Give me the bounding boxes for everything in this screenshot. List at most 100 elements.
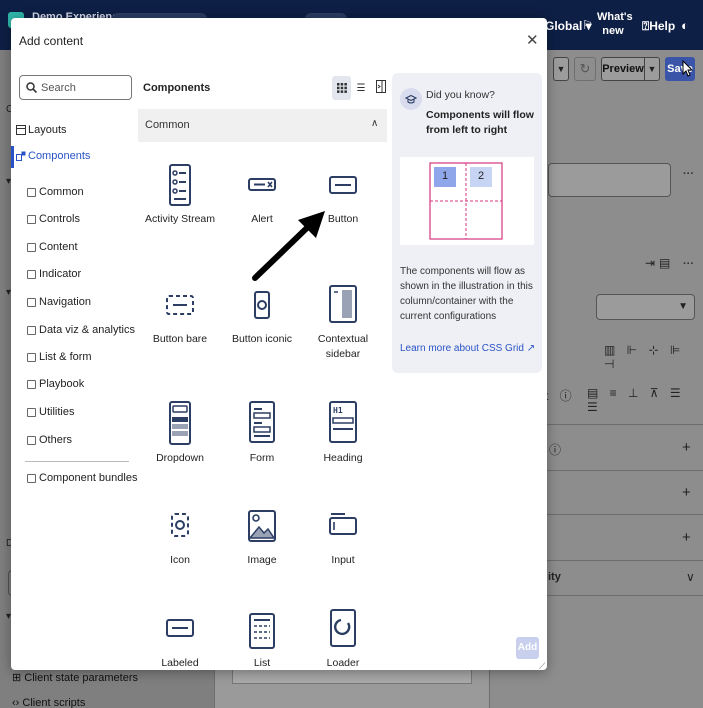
info-kicker: Did you know? [426,89,495,101]
checkbox[interactable] [27,187,36,197]
contextual-sidebar-icon [329,285,357,323]
component-activity-stream[interactable]: Activity Stream [141,164,219,227]
more-icon[interactable]: ··· [683,258,694,270]
component-dropdown[interactable]: Dropdown [141,401,219,466]
component-loader[interactable]: Loader [304,608,382,670]
component-heading[interactable]: H1 Heading [304,401,382,466]
category-label: Indicator [39,268,82,280]
checkbox[interactable] [27,352,36,362]
more-icon[interactable]: ··· [683,168,694,180]
component-label: Form [249,452,275,464]
preview-dropdown[interactable]: ▼ [644,57,660,81]
code-icon: ‹› [12,697,23,708]
link-label: Learn more about CSS Grid [400,343,524,354]
checkbox[interactable] [27,473,36,483]
contrast-icon[interactable]: ◐ [681,18,689,33]
property-input[interactable] [548,163,671,197]
component-contextual-sidebar[interactable]: Contextual sidebar [304,284,382,362]
image-icon [248,510,276,542]
component-icon[interactable]: Icon [141,505,219,568]
component-button-bare[interactable]: Button bare [141,284,219,347]
component-image[interactable]: Image [223,505,301,568]
client-state-parameters-item[interactable]: ⊞ Client state parameters [12,671,138,684]
tree-item-layouts[interactable]: Layouts [16,124,67,136]
resize-handle-icon[interactable]: ⟋ [539,661,545,670]
input-icon [329,513,357,535]
group-common-header[interactable]: Common ∧ [138,109,387,142]
category-label: Navigation [39,296,91,308]
client-scripts-item[interactable]: ‹› Client scripts [12,697,85,708]
external-link-icon: ↗ [526,343,536,354]
search-field[interactable] [19,75,132,100]
flow-illustration: 1 2 [400,157,534,245]
plus-icon[interactable]: + [682,439,691,456]
component-labeled[interactable]: Labeled [141,608,219,670]
category-others[interactable]: Others [27,434,72,446]
checkbox[interactable] [27,269,36,279]
checkbox[interactable] [27,379,36,389]
whats-new-line2: new [602,25,624,37]
dock-panel-icon[interactable] [376,80,386,93]
plus-icon[interactable]: + [682,529,691,546]
dialog-title: Add content [19,34,84,48]
heading-icon: H1 [329,401,357,443]
preview-button[interactable]: Preview [601,57,645,81]
chevron-down-icon[interactable]: ∨ [686,570,695,584]
close-icon[interactable]: ✕ [526,31,539,49]
alignment-toggle-icons[interactable]: ⇥▤ [645,256,674,270]
checkbox[interactable] [27,214,36,224]
info-icon: t ⓘ [545,389,576,403]
checkbox[interactable] [27,407,36,417]
toolbar-dropdown[interactable]: ▼ [553,57,569,81]
component-form[interactable]: Form [223,401,301,466]
checkbox[interactable] [27,435,36,445]
dropdown-icon [169,401,191,445]
checkbox[interactable] [27,297,36,307]
left-item-label: Client state parameters [24,672,138,684]
help-label: Help [649,19,676,33]
svg-text:H1: H1 [333,406,343,415]
justify-options-icons[interactable]: ▥ ⊩ ⊹ ⊫ ⊣ [604,343,703,371]
bell-icon[interactable]: ⚐ [582,18,593,32]
property-select[interactable]: ▼ [596,294,695,320]
category-utilities[interactable]: Utilities [27,406,74,418]
category-label: Others [39,434,73,446]
category-content[interactable]: Content [27,241,78,253]
active-indicator [11,146,14,168]
component-input[interactable]: Input [304,505,382,568]
flow-cell-label: 2 [477,170,485,182]
category-playbook[interactable]: Playbook [27,378,84,390]
grid-view-toggle[interactable] [332,76,351,100]
list-view-toggle[interactable]: ☰ [352,76,370,100]
category-common[interactable]: Common [27,186,84,198]
component-label: Icon [170,554,190,566]
loader-icon [330,609,356,647]
info-body: The components will flow as shown in the… [400,266,533,322]
category-controls[interactable]: Controls [27,213,80,225]
group-label: Common [145,119,190,131]
search-input[interactable] [41,81,121,94]
add-button[interactable]: Add [516,637,539,659]
component-list[interactable]: List [223,608,301,670]
refresh-icon[interactable]: ↻ [574,57,596,81]
tree-item-components[interactable]: Components [16,150,90,162]
category-component-bundles[interactable]: Component bundles [27,472,137,484]
alert-icon [248,178,276,191]
activity-stream-icon [169,164,191,206]
plus-icon[interactable]: + [682,484,691,501]
component-button-iconic[interactable]: Button iconic [223,284,301,347]
whats-new-button[interactable]: What's new [597,10,633,38]
css-grid-link[interactable]: Learn more about CSS Grid ↗ [400,343,535,354]
component-label: Button bare [152,333,208,345]
checkbox[interactable] [27,242,36,252]
button-bare-icon [166,295,194,315]
category-indicator[interactable]: Indicator [27,268,81,280]
divider [25,461,129,462]
category-list-form[interactable]: List & form [27,351,92,363]
category-navigation[interactable]: Navigation [27,296,91,308]
align-options-icons[interactable]: ▤ ≡ ⊥ ⊼ ☰ ☰ [587,386,703,414]
info-icon: ⓘ [549,443,566,457]
category-data-viz[interactable]: Data viz & analytics [27,324,135,336]
checkbox[interactable] [27,325,36,335]
help-button[interactable]: ⍰Help [642,19,675,34]
